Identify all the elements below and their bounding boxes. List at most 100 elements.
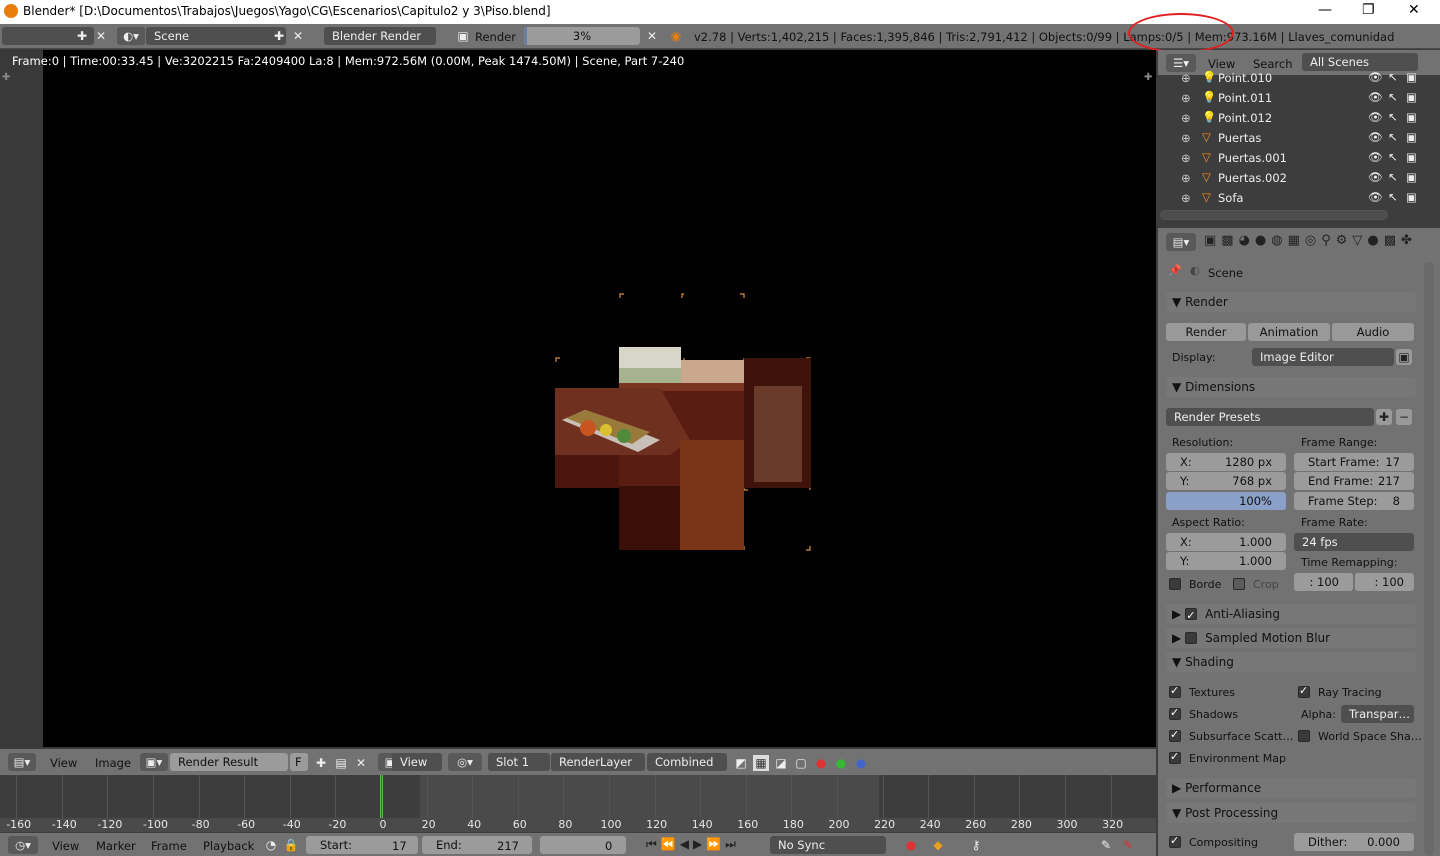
end-frame-prop-field[interactable]: End Frame: 217: [1294, 472, 1414, 490]
image-browse-icon[interactable]: ▣▾: [140, 753, 168, 771]
motion-blur-checkbox[interactable]: [1185, 632, 1198, 644]
outliner-row[interactable]: ⊕ ▽ Puertas.002 👁 ↖ ▣: [1160, 168, 1420, 188]
sss-checkbox[interactable]: [1169, 728, 1181, 742]
render-layer-dropdown[interactable]: RenderLayer: [551, 753, 645, 771]
outliner-row[interactable]: ⊕ ▽ Puertas.001 👁 ↖ ▣: [1160, 148, 1420, 168]
properties-scrollbar[interactable]: [1424, 262, 1434, 856]
selectable-icon[interactable]: ↖: [1388, 190, 1398, 204]
slot-dropdown[interactable]: Slot 1: [488, 753, 550, 771]
open-image-icon[interactable]: ▤: [333, 755, 349, 771]
outliner-item-name[interactable]: Puertas.002: [1218, 171, 1287, 185]
outliner-row[interactable]: ⊕ ▽ Puertas 👁 ↖ ▣: [1160, 128, 1420, 148]
selectable-icon[interactable]: ↖: [1388, 130, 1398, 144]
display-dropdown[interactable]: Image Editor: [1252, 348, 1394, 366]
ray-tracing-checkbox[interactable]: [1298, 684, 1310, 698]
timeline-menu-view[interactable]: View: [52, 839, 79, 853]
resolution-y-field[interactable]: Y: 768 px: [1166, 472, 1286, 490]
render-audio-button[interactable]: Audio: [1332, 323, 1414, 341]
visibility-icon[interactable]: 👁: [1368, 130, 1383, 144]
render-still-button[interactable]: Render: [1166, 323, 1246, 341]
timeline-menu-playback[interactable]: Playback: [203, 839, 254, 853]
fake-user-button[interactable]: F: [290, 753, 308, 771]
expand-icon[interactable]: ⊕: [1181, 71, 1191, 85]
delete-scene-icon[interactable]: ✕: [290, 28, 306, 44]
visibility-icon[interactable]: 👁: [1368, 90, 1383, 104]
record-icon[interactable]: ●: [903, 837, 919, 853]
pivot-icon[interactable]: ◎▾: [448, 753, 482, 771]
renderable-icon[interactable]: ▣: [1406, 190, 1417, 204]
render-animation-button[interactable]: Animation: [1248, 323, 1330, 341]
keying-delete-icon[interactable]: ✎: [1120, 837, 1136, 853]
motion-blur-panel[interactable]: ▶ Sampled Motion Blur: [1166, 628, 1416, 648]
frame-rate-dropdown[interactable]: 24 fps: [1294, 533, 1414, 551]
view-mode-dropdown[interactable]: View: [392, 753, 442, 771]
crop-checkbox[interactable]: [1233, 578, 1245, 590]
green-channel-icon[interactable]: ●: [833, 755, 849, 771]
render-panel-title[interactable]: ▼ Render: [1166, 292, 1416, 312]
outliner-scrollbar[interactable]: [1160, 210, 1388, 220]
renderable-icon[interactable]: ▣: [1406, 70, 1417, 84]
scene-type-icon[interactable]: ◐▾: [117, 27, 145, 45]
aspect-y-field[interactable]: Y: 1.000: [1166, 552, 1286, 570]
keying-set-icon[interactable]: ⚷: [968, 837, 984, 853]
expand-icon[interactable]: ⊕: [1181, 131, 1191, 145]
keyframe-icon[interactable]: ◆: [930, 837, 946, 853]
draw-channels-icon[interactable]: ◩: [733, 755, 749, 771]
expand-icon[interactable]: ⊕: [1181, 191, 1191, 205]
timeline-editor-icon[interactable]: ◷▾: [8, 836, 38, 854]
properties-editor-icon[interactable]: ▤▾: [1166, 233, 1196, 251]
keying-insert-icon[interactable]: ✎: [1098, 837, 1114, 853]
add-icon[interactable]: ✚: [74, 28, 90, 44]
start-frame-prop-field[interactable]: Start Frame: 17: [1294, 453, 1414, 471]
selectable-icon[interactable]: ↖: [1388, 90, 1398, 104]
performance-panel[interactable]: ▶ Performance: [1166, 778, 1416, 798]
pin-icon[interactable]: 📌: [1168, 264, 1182, 277]
editor-type-icon[interactable]: ▤▾: [8, 753, 36, 771]
dither-field[interactable]: Dither: 0.000: [1294, 833, 1414, 851]
render-pass-dropdown[interactable]: Combined: [647, 753, 727, 771]
expand-icon[interactable]: ⊕: [1181, 111, 1191, 125]
add-preset-icon[interactable]: ✚: [1376, 409, 1392, 425]
menu-view[interactable]: View: [50, 756, 77, 770]
textures-checkbox[interactable]: [1169, 684, 1181, 698]
visibility-icon[interactable]: 👁: [1368, 70, 1383, 84]
maximize-button[interactable]: ❐: [1362, 2, 1375, 18]
outliner-item-name[interactable]: Puertas: [1218, 131, 1261, 145]
render-presets-dropdown[interactable]: Render Presets: [1166, 408, 1374, 426]
resolution-percentage-field[interactable]: 100%: [1166, 492, 1286, 510]
playback-controls[interactable]: ⏮⏪◀▶⏩⏭: [646, 837, 740, 852]
world-space-checkbox[interactable]: [1298, 730, 1310, 742]
blue-channel-icon[interactable]: ●: [853, 755, 869, 771]
alpha-dropdown[interactable]: Transpar…: [1341, 705, 1414, 723]
selectable-icon[interactable]: ↖: [1388, 110, 1398, 124]
remap-new-field[interactable]: : 100: [1355, 573, 1414, 591]
red-channel-icon[interactable]: ●: [813, 755, 829, 771]
outliner-row[interactable]: ⊕ 💡 Point.012 👁 ↖ ▣: [1160, 108, 1420, 128]
renderable-icon[interactable]: ▣: [1406, 130, 1417, 144]
outliner-row[interactable]: ⊕ ▽ Sofa 👁 ↖ ▣: [1160, 188, 1420, 208]
viewport-corner-icon[interactable]: ✚: [2, 72, 10, 83]
render-label[interactable]: Render: [475, 30, 516, 44]
outliner-item-name[interactable]: Puertas.001: [1218, 151, 1287, 165]
image-name-field[interactable]: Render Result: [170, 753, 288, 771]
visibility-icon[interactable]: 👁: [1368, 110, 1383, 124]
border-checkbox[interactable]: [1169, 578, 1181, 590]
new-image-icon[interactable]: ✚: [313, 755, 329, 771]
outliner-item-name[interactable]: Point.010: [1218, 71, 1272, 85]
outliner-row[interactable]: ⊕ 💡 Point.010 👁 ↖ ▣: [1160, 68, 1420, 88]
scene-selector[interactable]: Scene: [146, 27, 286, 45]
unlink-image-icon[interactable]: ✕: [353, 755, 369, 771]
renderable-icon[interactable]: ▣: [1406, 150, 1417, 164]
channel-display-icon[interactable]: ▢: [793, 755, 809, 771]
visibility-icon[interactable]: 👁: [1368, 170, 1383, 184]
remove-preset-icon[interactable]: −: [1396, 409, 1412, 425]
viewport-corner-icon-right[interactable]: ✚: [1144, 72, 1152, 83]
timeline-menu-marker[interactable]: Marker: [96, 839, 136, 853]
renderable-icon[interactable]: ▣: [1406, 90, 1417, 104]
sync-dropdown[interactable]: No Sync: [770, 836, 886, 854]
add-scene-icon[interactable]: ✚: [271, 28, 287, 44]
outliner-item-name[interactable]: Sofa: [1218, 191, 1243, 205]
env-map-checkbox[interactable]: [1169, 750, 1181, 764]
close-icon[interactable]: ✕: [93, 28, 109, 44]
renderable-icon[interactable]: ▣: [1406, 110, 1417, 124]
